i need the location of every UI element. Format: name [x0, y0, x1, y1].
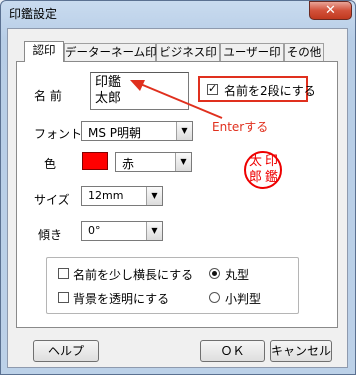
size-select[interactable]: 12mm ▼	[81, 186, 163, 206]
chevron-down-icon: ▼	[146, 187, 162, 205]
two-line-checkbox-label: 名前を2段にする	[224, 84, 316, 98]
color-label: 色	[44, 157, 57, 171]
chevron-down-icon: ▼	[146, 222, 162, 240]
help-button[interactable]: ヘルプ	[33, 340, 99, 362]
size-label: サイズ	[34, 193, 70, 207]
tab-mitomein[interactable]: 認印	[24, 41, 64, 62]
oval-shape-radio-label: 小判型	[225, 292, 262, 306]
seal-char: 鑑	[265, 170, 279, 185]
wide-name-checkbox-label: 名前を少し横長にする	[73, 268, 194, 282]
round-shape-radio-label: 丸型	[225, 268, 250, 282]
chevron-down-icon: ▼	[176, 122, 192, 140]
ok-button[interactable]: ＯＫ	[200, 340, 265, 362]
transparent-bg-checkbox-label: 背景を透明にする	[73, 292, 170, 306]
tilt-select-value: 0°	[88, 224, 101, 237]
font-label: フォント	[34, 127, 83, 141]
seal-char: 太	[249, 154, 263, 169]
tilt-label: 傾き	[38, 228, 63, 242]
color-select-value: 赤	[122, 157, 135, 171]
font-select-value: MS P明朝	[88, 126, 142, 140]
cancel-button[interactable]: キャンセル	[270, 340, 332, 362]
color-swatch	[82, 152, 108, 170]
seal-preview: 太 印 郎 鑑	[244, 151, 282, 189]
round-shape-radio[interactable]	[209, 268, 220, 279]
seal-char: 郎	[249, 170, 263, 185]
font-select[interactable]: MS P明朝 ▼	[81, 121, 193, 141]
size-select-value: 12mm	[88, 189, 124, 202]
chevron-down-icon: ▼	[175, 153, 191, 171]
transparent-bg-checkbox[interactable]	[58, 292, 69, 303]
enter-annotation: Enterする	[212, 120, 269, 134]
tilt-select[interactable]: 0° ▼	[81, 221, 163, 241]
seal-char: 印	[265, 154, 279, 169]
wide-name-checkbox[interactable]	[58, 268, 69, 279]
two-line-checkbox[interactable]	[207, 82, 218, 95]
oval-shape-radio[interactable]	[209, 292, 220, 303]
color-select[interactable]: 赤 ▼	[115, 152, 192, 172]
